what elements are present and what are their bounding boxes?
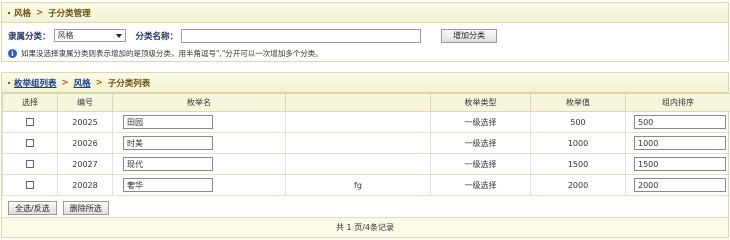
column-header-value: 枚举值 [530,93,626,112]
chevron-down-icon [115,33,122,38]
row-id: 20025 [57,111,113,133]
parent-category-label: 隶属分类： [8,31,51,42]
column-header-order: 组内排序 [625,93,730,112]
add-category-panel: 风格 > 子分类管理 隶属分类： 风格 分类名称： 增加分类 i 如果没选择隶属… [1,2,729,62]
subcategory-list-panel: 枚举组列表 > 风格 > 子分类列表 选择 编号 枚举名 枚举类型 枚举值 组内… [1,72,730,238]
table-header-row: 选择 编号 枚举名 枚举类型 枚举值 组内排序 [2,93,730,112]
row-checkbox[interactable] [26,160,34,168]
add-category-form: 隶属分类： 风格 分类名称： 增加分类 [8,28,498,43]
breadcrumb-separator: > [95,77,103,88]
breadcrumb-item: 子分类列表 [107,78,151,89]
row-value: 500 [530,111,626,133]
parent-category-value: 风格 [57,31,74,40]
row-id: 20027 [57,153,113,175]
row-id: 20026 [57,132,113,154]
row-extra [285,153,431,175]
row-type: 一级选择 [430,111,531,133]
bullet-icon [8,11,10,14]
select-all-button[interactable]: 全选/反选 [8,201,57,215]
breadcrumb-link-style[interactable]: 风格 [74,77,91,89]
row-value: 2000 [530,174,626,196]
row-checkbox[interactable] [26,118,34,126]
row-type: 一级选择 [430,132,531,154]
delete-selected-button[interactable]: 删除所选 [62,201,109,215]
row-name-input[interactable]: 现代 [123,157,213,171]
subcategory-table: 选择 编号 枚举名 枚举类型 枚举值 组内排序 20025 田园 一级选择 50… [2,93,730,196]
category-name-input[interactable] [181,28,422,43]
row-type: 一级选择 [430,153,531,175]
row-value: 1000 [530,132,626,154]
row-value: 1500 [530,153,626,175]
table-row: 20027 现代 一级选择 1500 1500 [2,153,730,175]
breadcrumb-separator: > [61,77,69,88]
table-row: 20025 田园 一级选择 500 500 [2,111,730,133]
row-id: 20028 [57,174,113,196]
panel-title: 风格 > 子分类管理 [2,3,728,23]
row-type: 一级选择 [430,174,531,196]
hint-row: i 如果没选择隶属分类则表示增加的是顶级分类，用半角逗号","分开可以一次增加多… [8,48,323,59]
breadcrumb-link-enum-groups[interactable]: 枚举组列表 [14,77,57,89]
table-actions: 全选/反选 删除所选 [8,201,109,215]
table-row: 20028 奢华 fg 一级选择 2000 2000 [2,174,730,196]
column-header-type: 枚举类型 [430,93,531,112]
breadcrumb-item: 风格 [14,8,32,19]
row-order-input[interactable]: 1000 [634,136,726,150]
info-icon: i [8,49,17,58]
panel-title: 枚举组列表 > 风格 > 子分类列表 [2,73,728,93]
bullet-icon [8,81,10,84]
row-extra: fg [285,174,431,196]
row-extra [285,111,431,133]
row-checkbox[interactable] [26,139,34,147]
row-order-input[interactable]: 500 [634,115,726,129]
column-header-id: 编号 [57,93,113,112]
breadcrumb-item: 子分类管理 [48,8,91,19]
category-name-label: 分类名称： [135,31,179,42]
row-order-input[interactable]: 2000 [634,178,726,192]
column-header-select: 选择 [2,93,58,112]
row-name-input[interactable]: 田园 [123,115,213,129]
row-name-input[interactable]: 奢华 [123,178,213,192]
column-header-extra [285,93,431,112]
column-header-name: 枚举名 [112,93,286,112]
row-order-input[interactable]: 1500 [634,157,726,171]
row-name-input[interactable]: 时美 [123,136,213,150]
add-category-button[interactable]: 增加分类 [441,28,498,43]
pagination-info: 共 1 页/4条记录 [2,217,728,237]
table-row: 20026 时美 一级选择 1000 1000 [2,132,730,154]
row-checkbox[interactable] [26,181,34,189]
row-extra [285,132,431,154]
breadcrumb-separator: > [36,7,44,18]
parent-category-select[interactable]: 风格 [53,29,126,42]
hint-text: 如果没选择隶属分类则表示增加的是顶级分类，用半角逗号","分开可以一次增加多个分… [21,49,323,58]
